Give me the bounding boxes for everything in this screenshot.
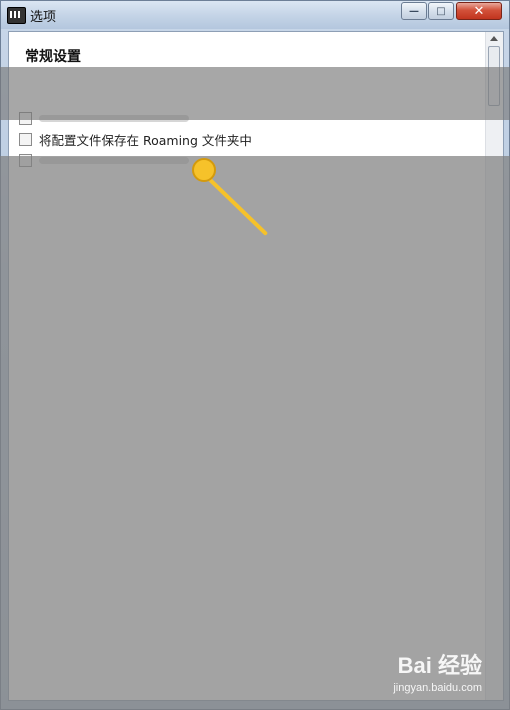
section-title: 常规设置 xyxy=(25,49,81,65)
option-save-roaming[interactable]: 将配置文件保存在 Roaming 文件夹中 xyxy=(19,131,252,148)
dim-overlay-top xyxy=(0,67,510,120)
window-title: 选项 xyxy=(30,10,57,25)
dim-overlay-bottom xyxy=(0,156,510,710)
app-icon xyxy=(7,7,26,24)
roaming-checkbox[interactable] xyxy=(19,132,32,146)
maximize-button[interactable]: □ xyxy=(428,2,454,20)
baidu-jingyan-watermark: Bai 经验 jingyan.baidu.com xyxy=(393,648,482,694)
annotation-pointer-dot xyxy=(192,158,216,182)
close-button[interactable]: ✕ xyxy=(456,2,502,20)
title-bar[interactable]: 选项 — □ ✕ xyxy=(1,1,509,29)
minimize-button[interactable]: — xyxy=(401,2,427,20)
watermark-logo: Bai 经验 xyxy=(397,653,482,678)
roaming-option-label: 将配置文件保存在 Roaming 文件夹中 xyxy=(39,132,252,148)
watermark-url: jingyan.baidu.com xyxy=(393,682,482,694)
scroll-up-arrow-icon[interactable] xyxy=(490,36,498,41)
